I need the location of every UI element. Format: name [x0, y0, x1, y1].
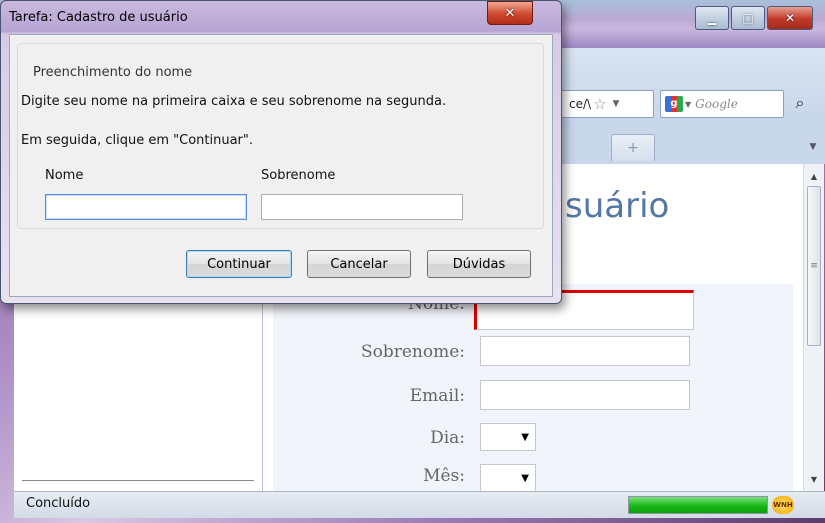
tab-list-chevron-icon[interactable]: ▼ [803, 134, 823, 160]
browser-close-button[interactable]: ✕ [767, 6, 813, 30]
search-icon[interactable]: ⌕ [787, 90, 813, 116]
close-icon: ✕ [504, 5, 516, 21]
minimize-button[interactable]: ▁ [695, 6, 729, 30]
scroll-down-icon[interactable]: ▼ [804, 471, 824, 487]
bookmark-star-icon[interactable]: ☆ [593, 95, 606, 113]
email-input[interactable] [480, 380, 690, 410]
cancel-button[interactable]: Cancelar [307, 250, 411, 278]
close-icon: ✕ [784, 11, 796, 25]
scrollbar-thumb[interactable]: ≡ [807, 186, 821, 346]
chevron-down-icon[interactable]: ▼ [613, 99, 620, 109]
chevron-down-icon: ▼ [521, 431, 529, 443]
search-box[interactable]: g ▼ Google [660, 90, 784, 118]
dialog-title: Tarefa: Cadastro de usuário [9, 10, 188, 25]
first-name-label: Nome [45, 168, 84, 183]
task-dialog: Tarefa: Cadastro de usuário ✕ Preenchime… [0, 0, 562, 304]
group-title: Preenchimento do nome [31, 65, 195, 80]
status-bar: Concluído WNH [14, 491, 825, 518]
maximize-button[interactable]: □ [731, 6, 765, 30]
dialog-close-button[interactable]: ✕ [487, 1, 533, 25]
month-label: Mês: [423, 466, 465, 486]
grip-icon: ≡ [810, 261, 818, 271]
progress-bar [628, 496, 768, 514]
first-name-field[interactable] [45, 194, 247, 220]
sidebar-divider [22, 480, 254, 481]
status-text: Concluído [26, 496, 91, 511]
help-button[interactable]: Dúvidas [427, 250, 531, 278]
progress-fill [629, 497, 767, 513]
last-name-field[interactable] [261, 194, 463, 220]
maximize-icon: □ [742, 11, 754, 25]
plus-icon: + [627, 140, 639, 156]
email-label: Email: [409, 386, 465, 406]
window-controls: ▁ □ ✕ [695, 6, 813, 30]
new-tab-button[interactable]: + [611, 134, 655, 161]
vertical-scrollbar[interactable]: ▲ ≡ ▼ [803, 164, 824, 491]
day-select[interactable]: ▼ [480, 423, 536, 451]
continue-button[interactable]: Continuar [186, 250, 292, 278]
wnh-badge-icon[interactable]: WNH [772, 496, 794, 514]
instruction-line-1: Digite seu nome na primeira caixa e seu … [21, 94, 447, 109]
scroll-up-icon[interactable]: ▲ [804, 168, 824, 184]
minimize-icon: ▁ [707, 11, 717, 25]
instruction-line-2: Em seguida, clique em "Continuar". [21, 133, 254, 148]
search-placeholder: Google [695, 97, 738, 111]
google-logo-icon[interactable]: g [665, 96, 683, 112]
day-label: Dia: [430, 428, 465, 448]
surname-input[interactable] [480, 336, 690, 366]
chevron-down-icon: ▼ [521, 472, 529, 484]
last-name-label: Sobrenome [261, 168, 336, 183]
page-title: suário [565, 186, 670, 226]
surname-label: Sobrenome: [360, 342, 465, 362]
chevron-down-icon[interactable]: ▼ [685, 100, 691, 109]
month-select[interactable]: ▼ [480, 464, 536, 491]
